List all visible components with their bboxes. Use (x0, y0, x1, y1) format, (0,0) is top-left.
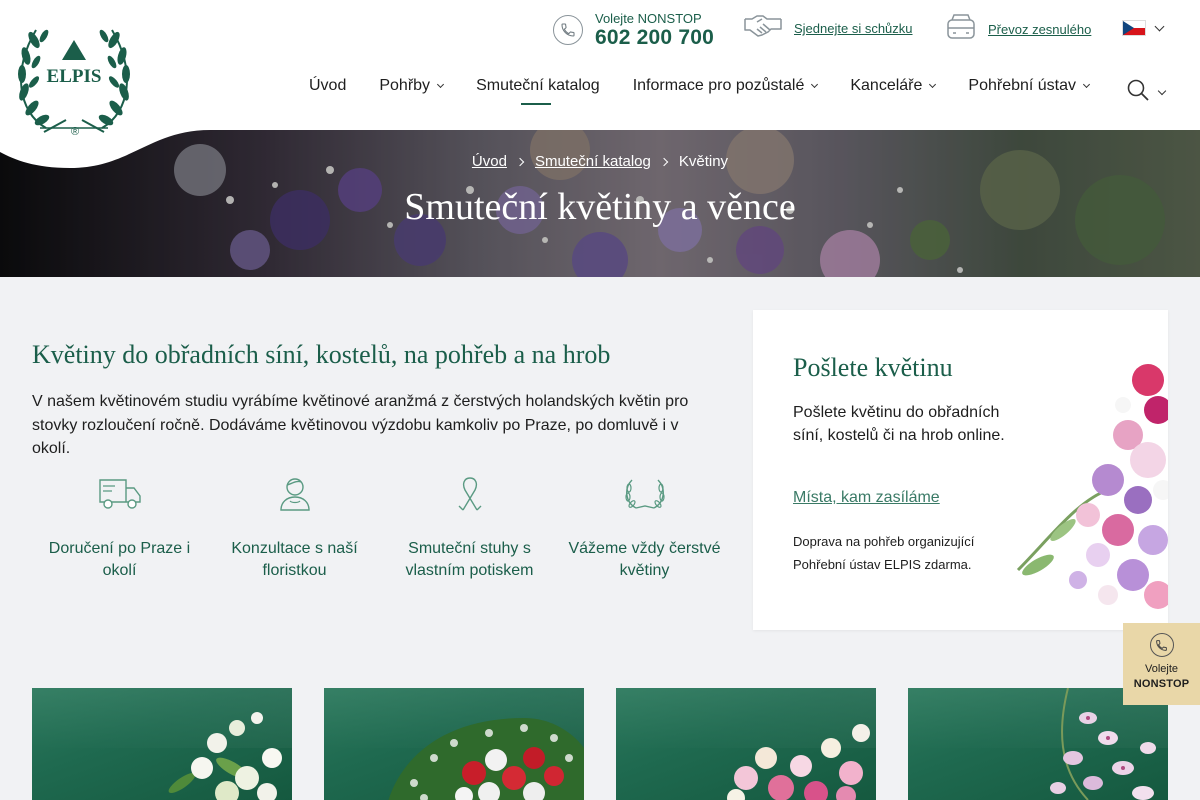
nav-item-smutecni-katalog[interactable]: Smuteční katalog (476, 76, 600, 105)
feature-item: Doručení po Praze i okolí (32, 476, 207, 581)
intro-heading: Květiny do obřadních síní, kostelů, na p… (32, 340, 611, 369)
nav-label: Pohřební ústav (968, 77, 1077, 94)
chevron-down-icon (929, 80, 937, 89)
delivery-truck-icon (32, 476, 207, 516)
site-logo[interactable]: ELPIS ® (0, 0, 210, 170)
main-nav: Úvod Pohřby Smuteční katalog Informace p… (309, 76, 1122, 105)
red-white-wreath-image (388, 718, 584, 800)
chevron-down-icon (1157, 86, 1167, 95)
product-card[interactable] (616, 688, 876, 800)
white-wreath-image (168, 712, 282, 800)
feature-label: Smuteční stuhy s vlastním potiskem (405, 540, 534, 579)
search-icon (1127, 79, 1149, 106)
feature-label: Doručení po Praze i okolí (48, 540, 191, 579)
nav-label: Pohřby (379, 77, 431, 94)
nav-label: Kanceláře (850, 77, 923, 94)
nav-item-informace[interactable]: Informace pro pozůstalé (632, 76, 819, 96)
nav-item-uvod[interactable]: Úvod (309, 76, 346, 96)
czech-flag-icon (1122, 20, 1146, 36)
registered-mark: ® (71, 126, 79, 138)
phone-icon (1149, 633, 1174, 657)
search-toggle[interactable] (1127, 79, 1167, 106)
chevron-right-icon (659, 157, 669, 167)
product-card[interactable] (32, 688, 292, 800)
chevron-down-icon (437, 80, 445, 89)
product-card[interactable] (324, 688, 584, 800)
breadcrumb-item-katalog[interactable]: Smuteční katalog (535, 153, 651, 170)
card-title: Pošlete květinu (793, 353, 953, 382)
intro-section: Květiny do obřadních síní, kostelů, na p… (32, 340, 692, 461)
phone-icon (553, 15, 583, 45)
nav-item-kancelare[interactable]: Kanceláře (850, 76, 937, 96)
intro-text: V našem květinovém studiu vyrábíme květi… (32, 393, 689, 457)
transfer-link[interactable]: Převoz zesnulého (988, 22, 1091, 37)
card-text: Pošlete květinu do obřadních síní, koste… (793, 404, 1005, 444)
flower-bouquet-image (1016, 364, 1168, 609)
breadcrumb-item-uvod[interactable]: Úvod (472, 153, 507, 170)
handshake-icon (744, 14, 782, 43)
ribbon-icon (382, 476, 557, 516)
language-switcher[interactable] (1122, 20, 1165, 36)
nonstop-label: Volejte (1144, 663, 1179, 675)
feature-item: Vážeme vždy čerstvé květiny (557, 476, 732, 581)
nav-label: Smuteční katalog (476, 77, 600, 94)
phone-number[interactable]: 602 200 700 (595, 27, 714, 48)
nav-item-pohrebni-ustav[interactable]: Pohřební ústav (968, 76, 1091, 96)
phone-contact[interactable]: Volejte NONSTOP 602 200 700 (553, 12, 714, 48)
nav-label: Informace pro pozůstalé (632, 77, 805, 94)
card-note: Doprava na pohřeb organizující Pohřební … (793, 534, 975, 572)
nav-label: Úvod (309, 77, 347, 94)
page-title: Smuteční květiny a věnce (404, 186, 796, 228)
nonstop-call-button[interactable]: Volejte NONSTOP (1123, 623, 1200, 705)
feature-item: Konzultace s naší floristkou (207, 476, 382, 581)
feature-label: Konzultace s naší floristkou (231, 540, 358, 579)
send-flower-card: Pošlete květinu Pošlete květinu do obřad… (753, 310, 1168, 630)
florist-icon (207, 476, 382, 516)
meeting-link[interactable]: Sjednejte si schůzku (794, 21, 913, 36)
feature-item: Smuteční stuhy s vlastním potiskem (382, 476, 557, 581)
nonstop-label-strong: NONSTOP (1133, 678, 1190, 690)
chevron-down-icon (1082, 80, 1091, 89)
wreath-icon (557, 476, 732, 516)
logo-text: ELPIS (47, 66, 102, 87)
delivery-places-link[interactable]: Místa, kam zasíláme (793, 489, 940, 507)
chevron-down-icon (1154, 21, 1165, 31)
pink-wreath-image (727, 724, 870, 800)
product-grid (32, 688, 1168, 800)
nav-item-pohrby[interactable]: Pohřby (379, 76, 445, 96)
chevron-right-icon (515, 157, 525, 167)
phone-label: Volejte NONSTOP (595, 11, 702, 26)
transfer-link-block[interactable]: Převoz zesnulého (946, 12, 1091, 47)
features-list: Doručení po Praze i okolí Konzultace s n… (32, 476, 732, 581)
chevron-down-icon (811, 80, 819, 89)
feature-label: Vážeme vždy čerstvé květiny (568, 540, 721, 579)
breadcrumb-current: Květiny (678, 153, 729, 170)
meeting-link-block[interactable]: Sjednejte si schůzku (744, 14, 913, 43)
car-icon (946, 12, 976, 47)
